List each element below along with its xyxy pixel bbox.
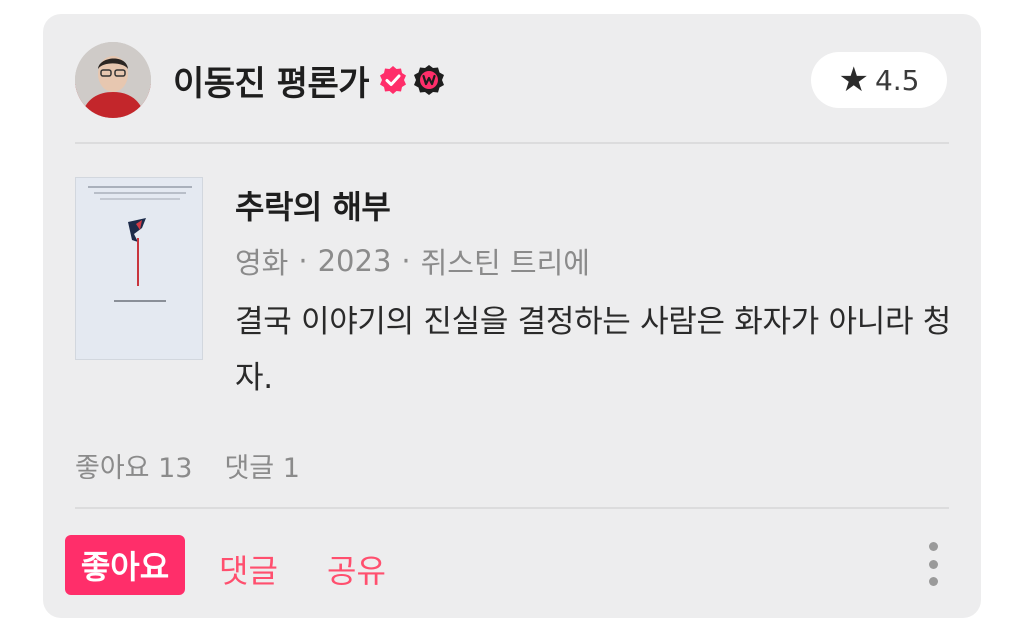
movie-poster[interactable] [75,177,203,360]
movie-year: 2023 [317,244,392,278]
verified-check-icon [380,66,407,94]
rating-badge: ★ 4.5 [811,52,947,108]
watcha-w-badge-icon [414,65,445,95]
like-count[interactable]: 좋아요 13 [75,446,192,485]
more-vertical-icon[interactable] [925,542,941,586]
movie-type: 영화 [235,246,289,280]
divider [75,507,949,509]
review-header: 이동진 평론가 ★ 4.5 [75,42,949,118]
star-icon: ★ [838,60,869,100]
divider [75,142,949,144]
share-button[interactable]: 공유 [327,546,386,592]
avatar[interactable] [75,42,151,118]
comment-button[interactable]: 댓글 [219,546,278,592]
meta-separator: · [298,244,308,278]
review-text[interactable]: 결국 이야기의 진실을 결정하는 사람은 화자가 아니라 청자. [235,294,965,406]
rating-value: 4.5 [874,63,920,97]
movie-meta: 영화 · 2023 · 쥐스틴 트리에 [235,240,590,282]
movie-title[interactable]: 추락의 해부 [235,182,391,228]
review-card[interactable]: 이동진 평론가 ★ 4.5 추락의 해부 영화 · 2023 · 쥐스틴 트리에… [43,14,981,618]
comment-count[interactable]: 댓글 1 [224,446,299,485]
author-name[interactable]: 이동진 평론가 [173,56,370,105]
meta-separator: · [401,244,411,278]
review-stats: 좋아요 13 댓글 1 [75,446,300,485]
like-button[interactable]: 좋아요 [65,535,185,595]
movie-director: 쥐스틴 트리에 [420,246,590,280]
